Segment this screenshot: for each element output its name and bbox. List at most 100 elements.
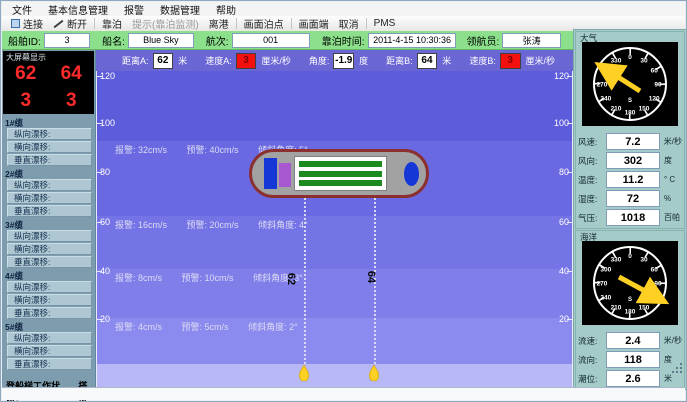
gauge-number: 60: [651, 68, 659, 75]
axis-tick-mark: [97, 76, 102, 77]
ship-graphic: [249, 149, 429, 198]
drift-label-longitudinal: 纵向漂移:: [7, 281, 92, 293]
ship-name-label: 船名:: [102, 33, 125, 48]
alarm-threshold: 报警: 4cm/s: [115, 322, 162, 332]
temperature-unit: ° C: [664, 175, 675, 184]
current-speed-value: 2.4: [606, 332, 660, 349]
atmosphere-group-title: 大气: [580, 32, 597, 44]
pressure-value: 1018: [606, 209, 660, 226]
berth-marker-pin: [368, 364, 380, 382]
display-value-speed-b: 3: [66, 90, 77, 112]
drift-label-lateral: 横向漂移:: [7, 294, 92, 306]
gauge-number: 270: [597, 82, 608, 89]
temperature-row: 温度: 11.2 ° C: [578, 171, 682, 188]
drift-label-longitudinal: 纵向漂移:: [7, 332, 92, 344]
drift-label-lateral: 横向漂移:: [7, 192, 92, 204]
depart-button[interactable]: 离港: [204, 17, 234, 30]
threshold-line-2: 报警: 16cm/s 预警: 20cm/s 倾斜角度: 4°: [115, 218, 325, 231]
current-speed-unit: 米/秒: [664, 335, 682, 346]
alarm-threshold: 报警: 8cm/s: [115, 273, 162, 283]
cable-group-3: 3#缆 纵向漂移: 横向漂移: 垂直漂移:: [3, 218, 94, 268]
berth-button[interactable]: 靠泊: [97, 17, 127, 30]
drift-label-longitudinal: 纵向漂移:: [7, 179, 92, 191]
axis-tick-mark: [567, 172, 572, 173]
drift-label-lateral: 横向漂移:: [7, 243, 92, 255]
gauge-number: 240: [600, 295, 611, 302]
pms-button[interactable]: PMS: [369, 17, 401, 30]
prewarn-threshold: 预警: 20cm/s: [187, 220, 239, 230]
pilot-field[interactable]: 张涛: [502, 33, 561, 48]
distance-b-field[interactable]: 64: [417, 53, 438, 69]
atmosphere-group: 大气 0 30 60 90 120 150 180 210: [575, 31, 685, 229]
wind-speed-label: 风速:: [578, 136, 606, 148]
ocean-group-title: 海洋: [580, 231, 597, 243]
alarm-threshold: 报警: 16cm/s: [115, 220, 167, 230]
gauge-number: 210: [611, 305, 622, 312]
voyage-field[interactable]: 001: [232, 33, 310, 48]
screen-berth-point-button[interactable]: 画面泊点: [239, 17, 289, 30]
cable-group-title: 4#缆: [3, 269, 94, 280]
ship-bow: [404, 162, 419, 186]
tide-level-unit: 米: [664, 373, 672, 384]
menu-item-data[interactable]: 数据管理: [160, 2, 200, 17]
threshold-line-4: 报警: 4cm/s 预警: 5cm/s 倾斜角度: 2°: [115, 320, 315, 333]
screen-end-button[interactable]: 画面端: [294, 17, 334, 30]
pressure-row: 气压: 1018 百帕: [578, 209, 682, 226]
gauge-number: 120: [649, 96, 660, 103]
disconnect-button[interactable]: 断开: [48, 17, 92, 30]
berth-time-field[interactable]: 2011-4-15 10:30:36: [368, 33, 457, 48]
current-direction-value: 118: [606, 351, 660, 368]
menu-item-file[interactable]: 文件: [12, 2, 32, 17]
angle-field[interactable]: -1.9: [333, 53, 354, 69]
axis-tick-mark: [567, 123, 572, 124]
wind-direction-unit: 度: [664, 155, 672, 166]
humidity-unit: %: [664, 194, 671, 203]
axis-tick-mark: [97, 319, 102, 320]
toolbar-separator: [366, 18, 367, 29]
speed-a-field[interactable]: 3: [236, 53, 257, 69]
gauge-south-label: S: [628, 297, 632, 303]
temperature-value: 11.2: [606, 171, 660, 188]
chart-zone: [97, 364, 572, 389]
ship-name-field[interactable]: Blue Sky: [128, 33, 194, 48]
cable-group-4: 4#缆 纵向漂移: 横向漂移: 垂直漂移:: [3, 269, 94, 319]
status-bar: [2, 387, 685, 400]
menu-item-help[interactable]: 帮助: [216, 2, 236, 17]
speed-b-field[interactable]: 3: [500, 53, 521, 69]
cargo-stripe: [299, 180, 382, 186]
current-speed-row: 流速: 2.4 米/秒: [578, 332, 682, 349]
cable-group-title: 2#缆: [3, 167, 94, 178]
speed-b-label: 速度B:: [469, 54, 496, 67]
connect-button[interactable]: 连接: [6, 17, 48, 30]
ship-bridge: [264, 158, 277, 189]
cancel-button-label: 取消: [339, 16, 359, 31]
chart-zone: [97, 71, 572, 141]
pressure-label: 气压:: [578, 212, 606, 224]
axis-tick-label: 120: [100, 71, 115, 81]
berth-monitor-hint-label: 提示(靠泊监测): [132, 16, 199, 31]
drift-label-lateral: 横向漂移:: [7, 141, 92, 153]
cancel-button[interactable]: 取消: [334, 17, 364, 30]
distance-a-field[interactable]: 62: [153, 53, 174, 69]
current-direction-unit: 度: [664, 354, 672, 365]
screen-berth-point-label: 画面泊点: [244, 16, 284, 31]
alarm-threshold: 报警: 32cm/s: [115, 145, 167, 155]
menu-item-basic-info[interactable]: 基本信息管理: [48, 2, 108, 17]
menubar: 文件 基本信息管理 报警 数据管理 帮助: [2, 2, 685, 16]
speed-a-unit: 厘米/秒: [261, 54, 291, 67]
speed-a-label: 速度A:: [205, 54, 232, 67]
current-speed-label: 流速:: [578, 335, 606, 347]
ship-id-field[interactable]: 3: [44, 33, 90, 48]
gauge-number: 0: [628, 54, 632, 61]
gauge-number: 30: [640, 57, 648, 64]
pilot-label: 领航员:: [466, 33, 499, 48]
pressure-unit: 百帕: [664, 212, 680, 223]
prewarn-threshold: 预警: 5cm/s: [182, 322, 229, 332]
left-sidebar: 大屏幕显示 62 64 3 3 1#缆 纵向漂移: 横向漂移: 垂直漂移: 2#…: [2, 50, 96, 389]
resize-grip[interactable]: [672, 363, 682, 373]
gauge-number: 330: [611, 57, 622, 64]
distance-line-a: [304, 198, 306, 364]
environment-panel: 大气 0 30 60 90 120 150 180 210: [573, 29, 687, 390]
distance-b-label: 距离B:: [386, 54, 413, 67]
menu-item-alarm[interactable]: 报警: [124, 2, 144, 17]
